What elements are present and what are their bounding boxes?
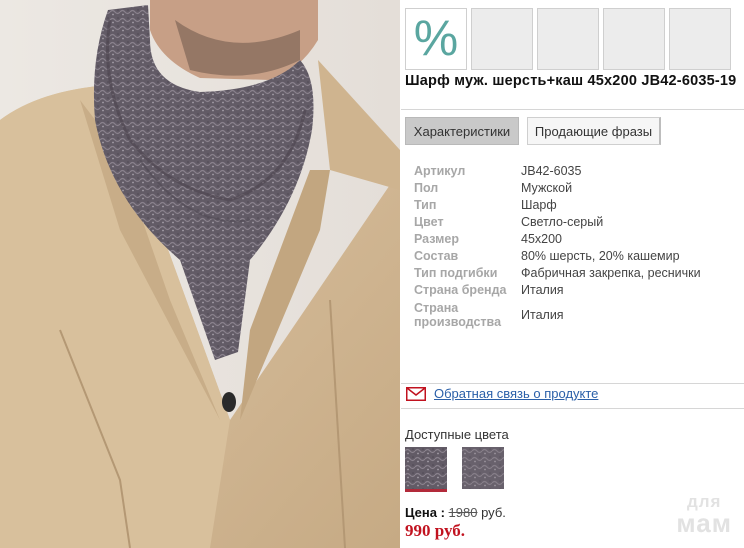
watermark-logo: для мам [676,493,732,536]
color-swatch-selected[interactable] [405,447,447,492]
swatch-image [462,447,504,489]
spec-value: 80% шерсть, 20% кашемир [521,248,680,263]
available-colors-label: Доступные цвета [405,427,509,442]
spec-key: Тип [414,197,437,212]
spec-key: Пол [414,180,439,195]
spec-row: Цвет Светло-серый [414,213,734,230]
spec-row: Артикул JB42-6035 [414,162,734,179]
spec-value: Италия [521,307,564,322]
spec-row: Размер 45х200 [414,230,734,247]
spec-value: Шарф [521,197,557,212]
spec-key: Тип подгибки [414,265,498,280]
swatch-image [405,447,447,489]
old-price: 1980 [448,505,478,520]
spec-row: Страна бренда Италия [414,281,734,298]
watermark-line2: мам [676,508,732,538]
spec-value: Мужской [521,180,573,195]
spec-value: 45х200 [521,231,563,246]
divider [401,408,744,409]
spec-value: Италия [521,282,564,297]
thumbnail-image[interactable] [669,8,731,70]
spec-key: Артикул [414,163,466,178]
product-title: Шарф муж. шерсть+каш 45х200 JB42-6035-19 [405,73,737,89]
spec-value: Фабричная закрепка, реснички [521,265,701,280]
tab-bar: Характеристики Продающие фразы [405,117,735,147]
percent-icon: % [413,10,459,66]
spec-key: Состав [414,248,459,263]
spec-key: Страна производства [414,300,502,329]
spec-row: Тип подгибки Фабричная закрепка, ресничк… [414,264,734,281]
spec-row: Тип Шарф [414,196,734,213]
spec-key: Страна бренда [414,282,507,297]
old-price-currency: руб. [481,505,506,520]
spec-table: Артикул JB42-6035 Пол Мужской Тип Шарф Ц… [414,162,734,330]
spec-value: Светло-серый [521,214,604,229]
tab-selling-phrases[interactable]: Продающие фразы [527,117,661,145]
spec-value: JB42-6035 [521,163,582,178]
price-line: Цена : 1980 руб. [405,505,506,520]
tab-characteristics[interactable]: Характеристики [405,117,519,145]
envelope-icon [406,386,426,401]
spec-key: Размер [414,231,460,246]
product-photo [0,0,400,548]
spec-row: Страна производства Италия [414,299,734,330]
price-label: Цена : [405,505,445,520]
feedback-link[interactable]: Обратная связь о продукте [434,386,598,401]
spec-row: Пол Мужской [414,179,734,196]
divider [401,109,744,110]
spec-key: Цвет [414,214,444,229]
thumbnail-discount[interactable]: % [405,8,467,70]
thumbnail-image[interactable] [603,8,665,70]
feedback-row: Обратная связь о продукте [406,386,598,401]
spec-row: Состав 80% шерсть, 20% кашемир [414,247,734,264]
thumbnail-image[interactable] [537,8,599,70]
color-swatch[interactable] [462,447,504,489]
thumbnail-image[interactable] [471,8,533,70]
divider [401,383,744,384]
current-price: 990 руб. [405,521,466,540]
thumbnail-strip: % [405,8,735,70]
